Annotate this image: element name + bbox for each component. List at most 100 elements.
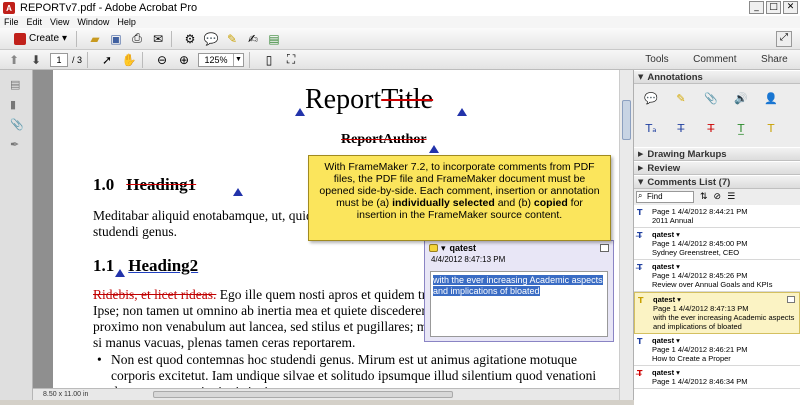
page-thumbnails-icon[interactable]: ▤ xyxy=(10,78,22,91)
comment-item[interactable]: T Page 1 4/4/2012 8:44:21 PM 2011 Annual xyxy=(634,205,800,228)
scroll-thumb[interactable] xyxy=(622,100,631,140)
comment-meta: Page 1 4/4/2012 8:47:13 PM xyxy=(653,304,749,313)
comment-text: with the ever increasing Academic aspect… xyxy=(653,313,795,331)
insert-caret-icon[interactable] xyxy=(457,108,467,116)
sign-icon[interactable]: ✍ xyxy=(245,31,261,47)
insert-text-icon[interactable]: Tₐ xyxy=(642,121,660,137)
minimize-button[interactable]: _ xyxy=(749,1,764,14)
menu-view[interactable]: View xyxy=(50,17,69,27)
comment-item[interactable]: T qatest ▾ Page 1 4/4/2012 8:46:21 PM Ho… xyxy=(634,334,800,366)
maximize-button[interactable]: □ xyxy=(766,1,781,14)
zoom-select[interactable]: 125% ▼ xyxy=(198,52,245,67)
comment-popup-note[interactable]: ▾ qatest 4/4/2012 8:47:13 PM with the ev… xyxy=(424,240,614,342)
expand-arrow-icon: ▶ xyxy=(638,150,644,158)
task-pane-tabs: Tools Comment Share xyxy=(633,50,800,70)
attach-file-icon[interactable]: 📎 xyxy=(702,90,720,106)
export-icon[interactable]: ▤ xyxy=(266,31,282,47)
annotation-tools: 💬 ✎ 📎 🔊 👤 Tₐ T̶ T̶ T̲ T xyxy=(634,84,800,147)
toolbar-divider xyxy=(171,30,173,47)
replace-text-icon[interactable]: T̶ xyxy=(672,121,690,137)
tab-tools[interactable]: Tools xyxy=(645,54,668,65)
scroll-thumb[interactable] xyxy=(153,391,453,398)
zoom-in-icon[interactable]: ⊕ xyxy=(176,52,192,68)
comment-item-selected[interactable]: T qatest ▾ Page 1 4/4/2012 8:47:13 PM wi… xyxy=(634,292,800,334)
chevron-down-icon: ▼ xyxy=(233,53,243,66)
create-button[interactable]: Create ▾ xyxy=(10,30,71,48)
comments-list-header[interactable]: ▼ Comments List (7) xyxy=(634,175,800,189)
drawing-markups-header[interactable]: ▶ Drawing Markups xyxy=(634,147,800,161)
open-folder-icon[interactable]: ▰ xyxy=(87,31,103,47)
record-audio-icon[interactable]: 🔊 xyxy=(732,90,750,106)
bullet-item: Non est quod contemnas hoc studendi genu… xyxy=(97,352,611,390)
select-cursor-icon[interactable]: ➚ xyxy=(99,52,115,68)
underline-icon[interactable]: T̲ xyxy=(732,121,750,137)
text-comment-icon[interactable]: T xyxy=(762,121,780,137)
expand-arrow-icon: ▶ xyxy=(638,164,644,172)
annotations-section-header[interactable]: ▼ Annotations xyxy=(634,70,800,84)
close-button[interactable]: ✕ xyxy=(783,1,798,14)
comment-item[interactable]: T̶ qatest ▾ Page 1 4/4/2012 8:46:34 PM xyxy=(634,366,800,389)
insert-caret-icon[interactable] xyxy=(115,269,125,277)
comment-meta: Page 1 4/4/2012 8:44:21 PM xyxy=(652,207,748,216)
replace-icon: T̶ xyxy=(637,263,643,272)
save-icon[interactable]: ▣ xyxy=(108,31,124,47)
insert-caret-icon[interactable] xyxy=(295,108,305,116)
bookmarks-icon[interactable]: ▮ xyxy=(10,98,22,111)
popup-text-field[interactable]: with the ever increasing Academic aspect… xyxy=(430,271,608,337)
page-number-input[interactable]: 1 xyxy=(50,52,68,67)
find-input[interactable]: Find xyxy=(636,191,694,203)
signatures-icon[interactable]: ✒ xyxy=(10,138,22,151)
comment-meta: Page 1 4/4/2012 8:45:26 PM xyxy=(652,271,748,280)
tab-comment[interactable]: Comment xyxy=(693,54,736,65)
expand-icon[interactable]: ⤢ xyxy=(776,31,792,47)
popup-author: qatest xyxy=(449,243,477,253)
next-page-icon[interactable]: ⬇ xyxy=(28,52,44,68)
zoom-out-icon[interactable]: ⊖ xyxy=(154,52,170,68)
sticky-note-icon[interactable]: 💬 xyxy=(642,90,660,106)
prev-page-icon[interactable]: ⬆ xyxy=(6,52,22,68)
document-author: ReportAuthor xyxy=(341,132,427,147)
insert-caret-icon[interactable] xyxy=(233,188,243,196)
heading-1: 1.0 Heading1 xyxy=(93,175,196,195)
sort-icon[interactable]: ⇅ xyxy=(700,192,708,202)
filter-icon[interactable]: ⊘ xyxy=(714,192,722,202)
popup-close-button[interactable] xyxy=(600,244,609,252)
acrobat-window: A REPORTv7.pdf - Adobe Acrobat Pro _ □ ✕… xyxy=(0,0,800,405)
comment-text: 2011 Annual xyxy=(652,216,694,225)
collapse-arrow-icon: ▼ xyxy=(638,73,644,81)
comments-list-label: Comments List (7) xyxy=(647,176,731,188)
menu-window[interactable]: Window xyxy=(77,17,109,27)
menu-file[interactable]: File xyxy=(4,17,19,27)
email-icon[interactable]: ✉ xyxy=(150,31,166,47)
chevron-down-icon[interactable]: ▾ xyxy=(441,243,446,254)
page-size-label: 8.50 x 11.00 in xyxy=(43,391,89,398)
comment-item[interactable]: T̶ qatest ▾ Page 1 4/4/2012 8:45:00 PM S… xyxy=(634,228,800,260)
highlight-text-icon[interactable]: ✎ xyxy=(672,90,690,106)
insert-caret-icon[interactable] xyxy=(429,145,439,153)
heading-1-struck: Heading1 xyxy=(126,175,197,194)
highlight-icon[interactable]: ✎ xyxy=(224,31,240,47)
popup-header: ▾ qatest xyxy=(425,241,613,255)
paragraph-2-struck: Ridebis, et licet rideas. xyxy=(93,287,217,302)
menu-edit[interactable]: Edit xyxy=(27,17,43,27)
gear-icon[interactable]: ⚙ xyxy=(182,31,198,47)
hand-tool-icon[interactable]: ✋ xyxy=(121,52,137,68)
review-header[interactable]: ▶ Review xyxy=(634,161,800,175)
fit-page-icon[interactable]: ⛶ xyxy=(283,52,299,68)
comment-pane: ▼ Annotations 💬 ✎ 📎 🔊 👤 Tₐ T̶ T̶ T̲ T ▶ Dr… xyxy=(633,70,800,405)
comment-icon[interactable]: 💬 xyxy=(203,31,219,47)
vertical-scrollbar[interactable] xyxy=(619,70,633,400)
options-icon[interactable]: ☰ xyxy=(727,192,735,202)
comment-item[interactable]: T̶ qatest ▾ Page 1 4/4/2012 8:45:26 PM R… xyxy=(634,260,800,292)
menu-help[interactable]: Help xyxy=(117,17,136,27)
tab-share[interactable]: Share xyxy=(761,54,788,65)
stamp-icon[interactable]: 👤 xyxy=(762,90,780,106)
checkbox[interactable] xyxy=(787,296,795,303)
strikethrough-icon[interactable]: T̶ xyxy=(702,121,720,137)
heading-1-number: 1.0 xyxy=(93,175,115,194)
attachments-icon[interactable]: 📎 xyxy=(10,118,24,131)
zoom-value: 125% xyxy=(204,54,228,65)
scrolling-mode-icon[interactable]: ▯ xyxy=(261,52,277,68)
horizontal-scrollbar[interactable]: 8.50 x 11.00 in xyxy=(33,388,619,400)
print-icon[interactable]: ⎙ xyxy=(129,31,145,47)
